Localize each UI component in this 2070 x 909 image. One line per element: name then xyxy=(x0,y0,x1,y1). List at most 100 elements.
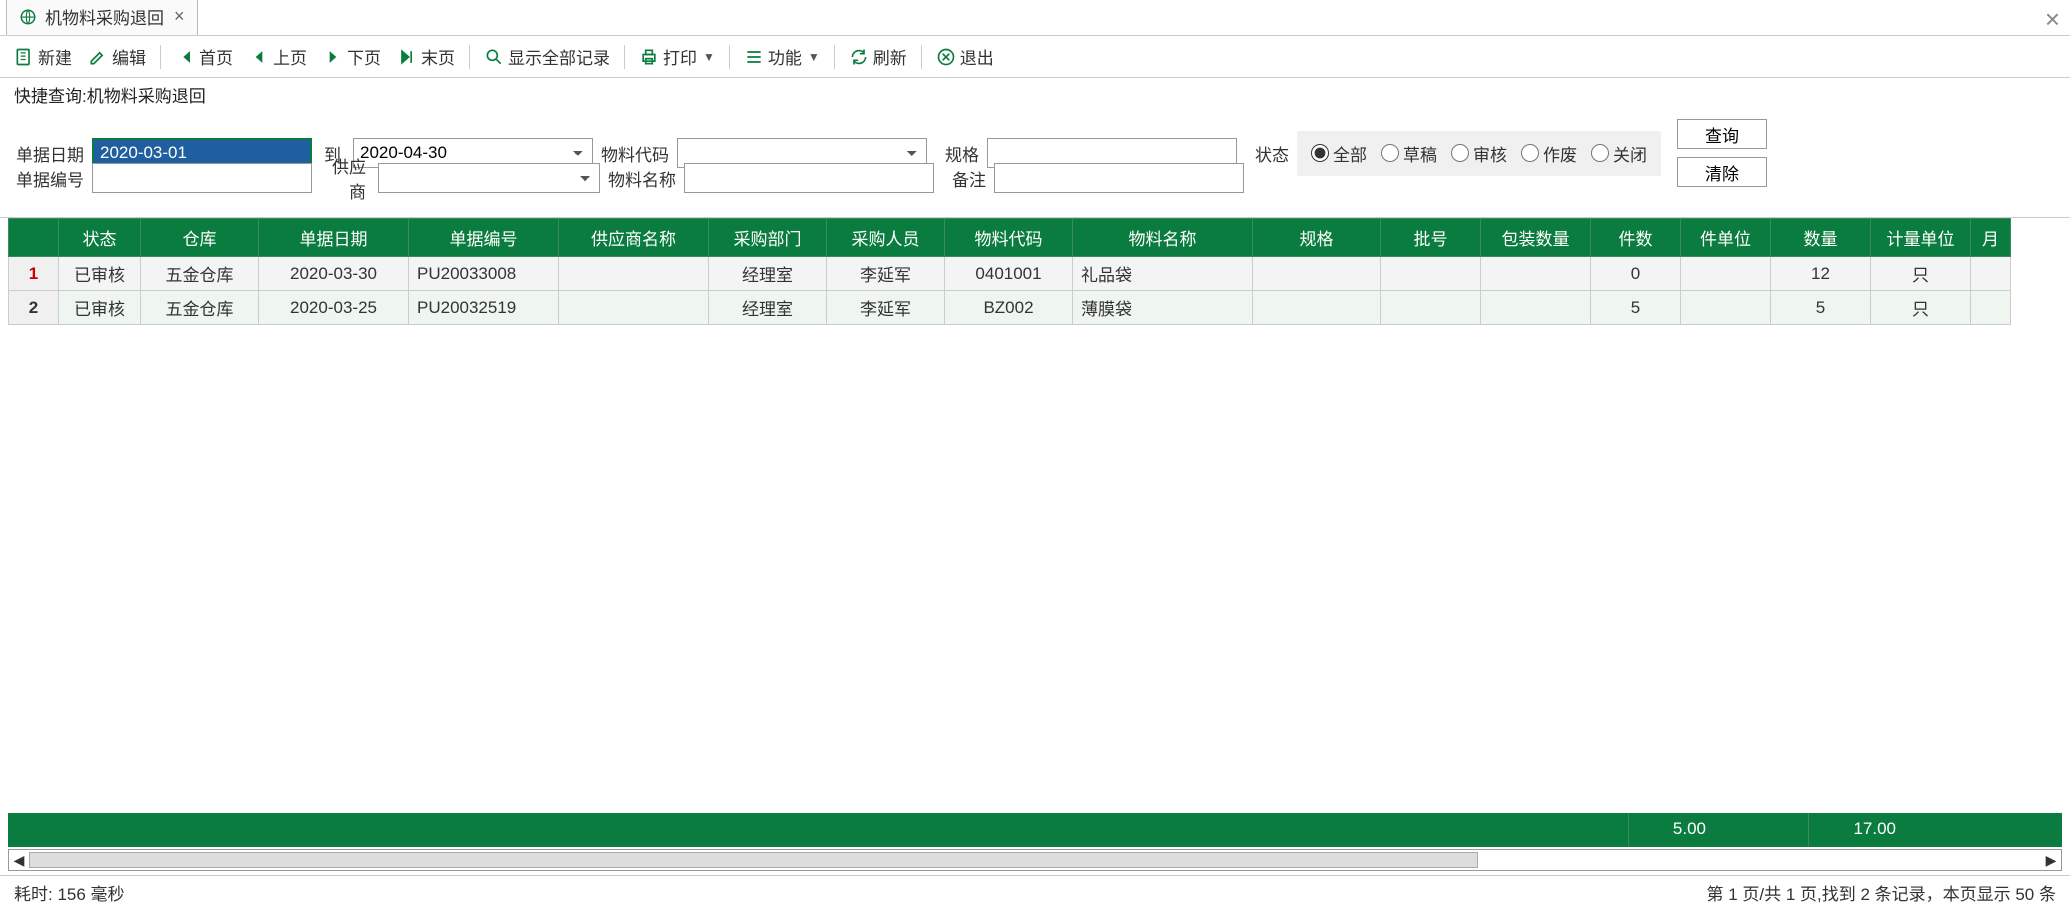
col-pieceunit[interactable]: 件单位 xyxy=(1681,219,1771,257)
col-date[interactable]: 单据日期 xyxy=(259,219,409,257)
col-pieces[interactable]: 件数 xyxy=(1591,219,1681,257)
scroll-track[interactable] xyxy=(29,850,2041,870)
cell[interactable]: 五金仓库 xyxy=(141,257,259,291)
cell[interactable] xyxy=(1971,257,2011,291)
refresh-button[interactable]: 刷新 xyxy=(843,40,913,73)
cell[interactable]: 礼品袋 xyxy=(1073,257,1253,291)
exit-button[interactable]: 退出 xyxy=(930,40,1000,73)
table-row[interactable]: 2已审核五金仓库2020-03-25PU20032519 经理室李延军BZ002薄… xyxy=(9,291,2011,325)
cell[interactable]: 只 xyxy=(1871,257,1971,291)
cell[interactable] xyxy=(1381,257,1481,291)
cell[interactable] xyxy=(1253,291,1381,325)
cell[interactable]: 经理室 xyxy=(709,257,827,291)
col-supplier[interactable]: 供应商名称 xyxy=(559,219,709,257)
scroll-right-icon[interactable]: ▶ xyxy=(2041,850,2061,870)
last-page-button[interactable]: 末页 xyxy=(391,40,461,73)
table-row[interactable]: 1已审核五金仓库2020-03-30PU20033008 经理室李延军040100… xyxy=(9,257,2011,291)
cell[interactable]: PU20033008 xyxy=(409,257,559,291)
cell[interactable] xyxy=(1681,291,1771,325)
horizontal-scrollbar[interactable]: ◀ ▶ xyxy=(8,849,2062,871)
col-matname[interactable]: 物料名称 xyxy=(1073,219,1253,257)
function-button[interactable]: 功能 ▼ xyxy=(738,40,826,73)
cell[interactable] xyxy=(559,257,709,291)
col-dept[interactable]: 采购部门 xyxy=(709,219,827,257)
scroll-thumb[interactable] xyxy=(29,852,1478,868)
cell[interactable]: 12 xyxy=(1771,257,1871,291)
first-icon xyxy=(175,47,195,67)
cell[interactable]: 2 xyxy=(9,291,59,325)
doc-no-label: 单据编号 xyxy=(14,166,86,191)
cell[interactable]: 0401001 xyxy=(945,257,1073,291)
tab-active[interactable]: 机物料采购退回 × xyxy=(6,0,198,35)
col-warehouse[interactable]: 仓库 xyxy=(141,219,259,257)
col-docno[interactable]: 单据编号 xyxy=(409,219,559,257)
separator xyxy=(160,45,161,69)
first-page-button[interactable]: 首页 xyxy=(169,40,239,73)
col-qty[interactable]: 数量 xyxy=(1771,219,1871,257)
cell[interactable]: 5 xyxy=(1591,291,1681,325)
cell[interactable]: 只 xyxy=(1871,291,1971,325)
status-close-radio[interactable]: 关闭 xyxy=(1591,141,1647,166)
edit-icon xyxy=(88,47,108,67)
cell[interactable]: 2020-03-30 xyxy=(259,257,409,291)
radio-label: 全部 xyxy=(1333,141,1367,166)
cell[interactable]: 已审核 xyxy=(59,291,141,325)
col-batch[interactable]: 批号 xyxy=(1381,219,1481,257)
col-unit[interactable]: 计量单位 xyxy=(1871,219,1971,257)
cell[interactable]: 已审核 xyxy=(59,257,141,291)
col-month[interactable]: 月 xyxy=(1971,219,2011,257)
status-left: 耗时: 156 毫秒 xyxy=(14,880,125,905)
refresh-icon xyxy=(849,47,869,67)
toolbar-label: 刷新 xyxy=(873,44,907,69)
status-audit-radio[interactable]: 审核 xyxy=(1451,141,1507,166)
cell[interactable]: 1 xyxy=(9,257,59,291)
cell[interactable] xyxy=(1253,257,1381,291)
cell[interactable]: 李延军 xyxy=(827,291,945,325)
close-icon[interactable]: × xyxy=(172,6,187,27)
cell[interactable]: 0 xyxy=(1591,257,1681,291)
summary-bar: 5.00 17.00 xyxy=(8,813,2062,847)
cell[interactable]: 五金仓库 xyxy=(141,291,259,325)
supplier-input[interactable] xyxy=(378,163,600,193)
cell[interactable] xyxy=(1481,291,1591,325)
new-button[interactable]: 新建 xyxy=(8,40,78,73)
cell[interactable]: 薄膜袋 xyxy=(1073,291,1253,325)
toolbar-label: 末页 xyxy=(421,44,455,69)
cell[interactable] xyxy=(1381,291,1481,325)
summary-qty: 17.00 xyxy=(1808,813,1908,847)
show-all-button[interactable]: 显示全部记录 xyxy=(478,40,616,73)
scroll-left-icon[interactable]: ◀ xyxy=(9,850,29,870)
edit-button[interactable]: 编辑 xyxy=(82,40,152,73)
cell[interactable] xyxy=(1681,257,1771,291)
doc-no-input[interactable] xyxy=(92,163,312,193)
col-rownum[interactable] xyxy=(9,219,59,257)
cell[interactable]: BZ002 xyxy=(945,291,1073,325)
remark-input[interactable] xyxy=(994,163,1244,193)
separator xyxy=(834,45,835,69)
cell[interactable]: 5 xyxy=(1771,291,1871,325)
cell[interactable] xyxy=(1971,291,2011,325)
cell[interactable] xyxy=(559,291,709,325)
col-matcode[interactable]: 物料代码 xyxy=(945,219,1073,257)
col-person[interactable]: 采购人员 xyxy=(827,219,945,257)
window-close-icon[interactable]: × xyxy=(2045,4,2060,35)
next-page-button[interactable]: 下页 xyxy=(317,40,387,73)
cell[interactable]: 2020-03-25 xyxy=(259,291,409,325)
print-icon xyxy=(639,47,659,67)
query-button[interactable]: 查询 xyxy=(1677,119,1767,149)
cell[interactable] xyxy=(1481,257,1591,291)
prev-page-button[interactable]: 上页 xyxy=(243,40,313,73)
quick-search-label: 快捷查询:机物料采购退回 xyxy=(0,78,2070,111)
col-status[interactable]: 状态 xyxy=(59,219,141,257)
col-spec[interactable]: 规格 xyxy=(1253,219,1381,257)
cell[interactable]: PU20032519 xyxy=(409,291,559,325)
status-all-radio[interactable]: 全部 xyxy=(1311,141,1367,166)
status-void-radio[interactable]: 作废 xyxy=(1521,141,1577,166)
cell[interactable]: 经理室 xyxy=(709,291,827,325)
print-button[interactable]: 打印 ▼ xyxy=(633,40,721,73)
status-draft-radio[interactable]: 草稿 xyxy=(1381,141,1437,166)
material-name-input[interactable] xyxy=(684,163,934,193)
status-bar: 耗时: 156 毫秒 第 1 页/共 1 页,找到 2 条记录，本页显示 50 … xyxy=(0,875,2070,909)
col-packqty[interactable]: 包装数量 xyxy=(1481,219,1591,257)
cell[interactable]: 李延军 xyxy=(827,257,945,291)
